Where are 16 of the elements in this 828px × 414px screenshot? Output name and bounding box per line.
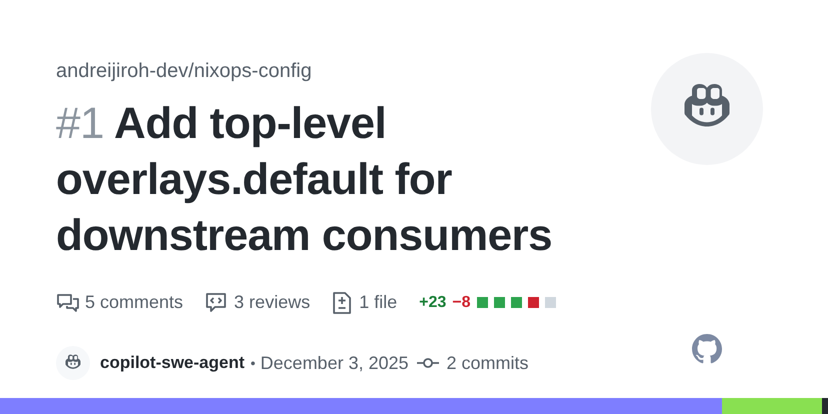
github-logo-icon (692, 334, 722, 364)
pull-request-title: #1 Add top-level overlays.default for downstream consumers (56, 98, 554, 262)
reviews-count: 3 reviews (234, 291, 310, 314)
additions-count: +23 (419, 292, 446, 312)
code-review-icon (205, 292, 228, 314)
pull-request-date: December 3, 2025 (260, 352, 409, 374)
repository-name: andreijiroh-dev/nixops-config (56, 59, 313, 84)
commits-count: 2 commits (446, 352, 529, 374)
files-count: 1 file (359, 291, 398, 314)
author-name: copilot-swe-agent (100, 352, 245, 374)
deletions-count: −8 (452, 292, 470, 312)
separator-dot: • (250, 354, 256, 372)
file-diff-icon (332, 290, 352, 314)
comments-count: 5 comments (85, 291, 184, 314)
commit-icon (416, 357, 439, 369)
comments-icon (56, 292, 80, 314)
